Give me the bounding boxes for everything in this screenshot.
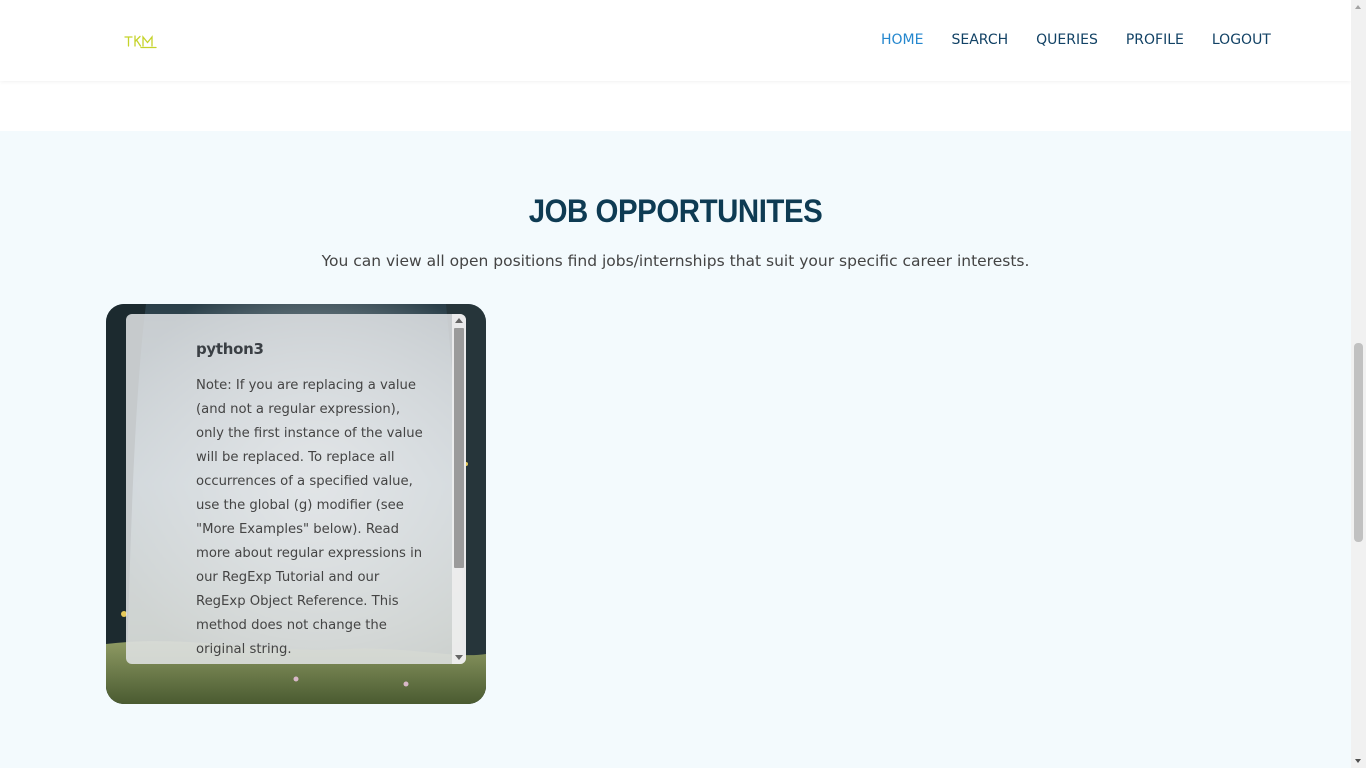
chevron-down-icon[interactable] xyxy=(455,655,463,660)
job-description: Note: If you are replacing a value (and … xyxy=(196,378,423,657)
scroll-down-icon[interactable] xyxy=(1355,759,1361,763)
nav-search[interactable]: SEARCH xyxy=(951,31,1008,49)
nav-home[interactable]: HOME xyxy=(881,31,923,49)
job-card[interactable]: python3 Note: If you are replacing a val… xyxy=(106,304,486,704)
panel-scroll-thumb[interactable] xyxy=(454,328,464,568)
job-title: python3 xyxy=(196,340,264,358)
nav-profile[interactable]: PROFILE xyxy=(1126,31,1184,49)
section-subtitle: You can view all open positions find job… xyxy=(321,252,1030,270)
site-header: HOME SEARCH QUERIES PROFILE LOGOUT xyxy=(0,0,1351,81)
page-scroll-thumb[interactable] xyxy=(1354,343,1363,542)
page-scrollbar[interactable] xyxy=(1351,0,1366,768)
main-nav: HOME SEARCH QUERIES PROFILE LOGOUT xyxy=(881,31,1271,49)
chevron-up-icon[interactable] xyxy=(455,318,463,323)
job-details-panel[interactable]: python3 Note: If you are replacing a val… xyxy=(126,314,466,664)
tkm-logo-icon xyxy=(124,35,157,49)
panel-scrollbar[interactable] xyxy=(452,314,466,664)
scroll-up-icon[interactable] xyxy=(1355,5,1361,9)
job-opportunities-section: JOB OPPORTUNITES You can view all open p… xyxy=(0,131,1351,768)
nav-logout[interactable]: LOGOUT xyxy=(1212,31,1271,49)
nav-queries[interactable]: QUERIES xyxy=(1036,31,1098,49)
site-logo[interactable] xyxy=(124,32,158,50)
job-details-content: python3 Note: If you are replacing a val… xyxy=(196,340,428,662)
section-title: JOB OPPORTUNITES xyxy=(528,193,823,229)
